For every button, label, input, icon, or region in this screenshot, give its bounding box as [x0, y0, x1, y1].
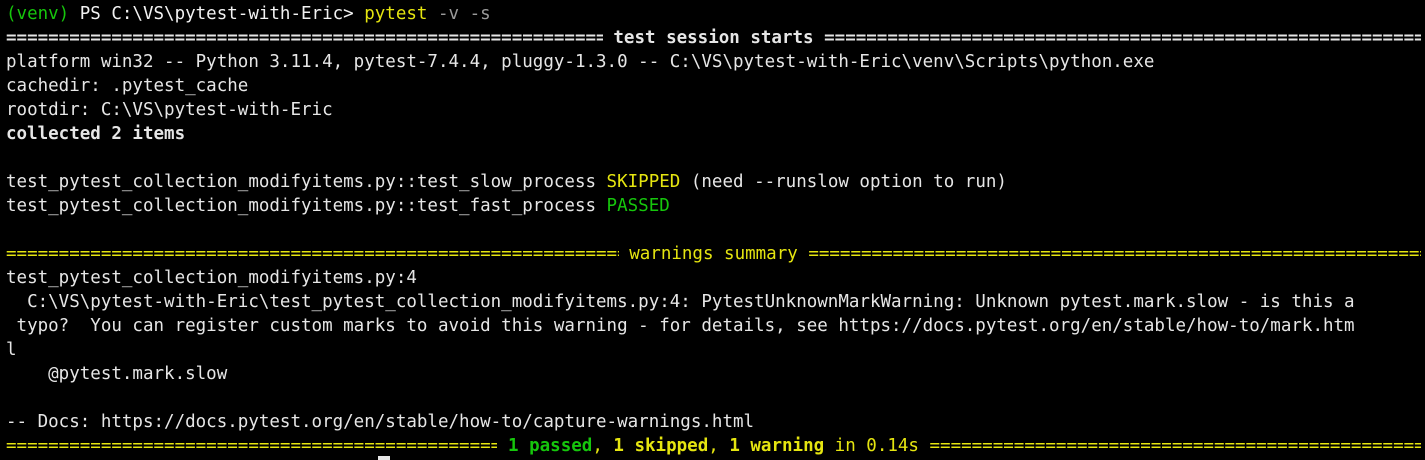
warning-message-line: typo? You can register custom marks to a… — [6, 316, 1355, 336]
platform-line: platform win32 -- Python 3.11.4, pytest-… — [6, 52, 1155, 72]
session-header-rule: test session starts — [6, 26, 1421, 50]
rule-left — [6, 242, 619, 266]
warnings-header-rule: warnings summary — [6, 242, 1421, 266]
warning-message-line: l — [6, 340, 17, 360]
status-passed: PASSED — [606, 196, 670, 216]
test-name: test_pytest_collection_modifyitems.py::t… — [6, 196, 607, 216]
rule-left — [6, 434, 497, 458]
warnings-header-text: warnings summary — [618, 244, 809, 264]
terminal-output[interactable]: (venv) PS C:\VS\pytest-with-Eric> pytest… — [6, 2, 1421, 458]
rule-right — [824, 26, 1421, 50]
venv-indicator: (venv) — [6, 4, 70, 24]
warning-file-line: test_pytest_collection_modifyitems.py:4 — [6, 268, 417, 288]
rule-right — [808, 242, 1421, 266]
terminal-cursor — [378, 456, 390, 460]
prompt-path: PS C:\VS\pytest-with-Eric> — [69, 4, 365, 24]
prompt-line: (venv) PS C:\VS\pytest-with-Eric> pytest… — [6, 2, 1421, 26]
session-header-text: test session starts — [602, 28, 825, 48]
test-result-row: test_pytest_collection_modifyitems.py::t… — [6, 170, 1421, 194]
command-args: -v -s — [427, 4, 491, 24]
rule-right — [930, 434, 1421, 458]
summary-warning: 1 warning — [729, 436, 825, 456]
command-name: pytest — [364, 4, 428, 24]
summary-passed: 1 passed — [508, 436, 593, 456]
rootdir-line: rootdir: C:\VS\pytest-with-Eric — [6, 100, 333, 120]
status-skipped: SKIPPED — [606, 172, 681, 192]
warning-message-line: C:\VS\pytest-with-Eric\test_pytest_colle… — [6, 292, 1355, 312]
summary-separator: , — [708, 436, 730, 456]
warning-code-line: @pytest.mark.slow — [6, 364, 228, 384]
summary-skipped: 1 skipped — [613, 436, 709, 456]
summary-rule: 1 passed, 1 skipped, 1 warning in 0.14s — [6, 434, 1421, 458]
cachedir-line: cachedir: .pytest_cache — [6, 76, 249, 96]
rule-left — [6, 26, 603, 50]
collected-line: collected 2 items — [6, 124, 186, 144]
summary-separator: , — [592, 436, 614, 456]
docs-line: -- Docs: https://docs.pytest.org/en/stab… — [6, 412, 755, 432]
summary-time: in 0.14s — [824, 436, 930, 456]
skip-reason: (need --runslow option to run) — [680, 172, 1007, 192]
test-result-row: test_pytest_collection_modifyitems.py::t… — [6, 194, 1421, 218]
test-name: test_pytest_collection_modifyitems.py::t… — [6, 172, 607, 192]
